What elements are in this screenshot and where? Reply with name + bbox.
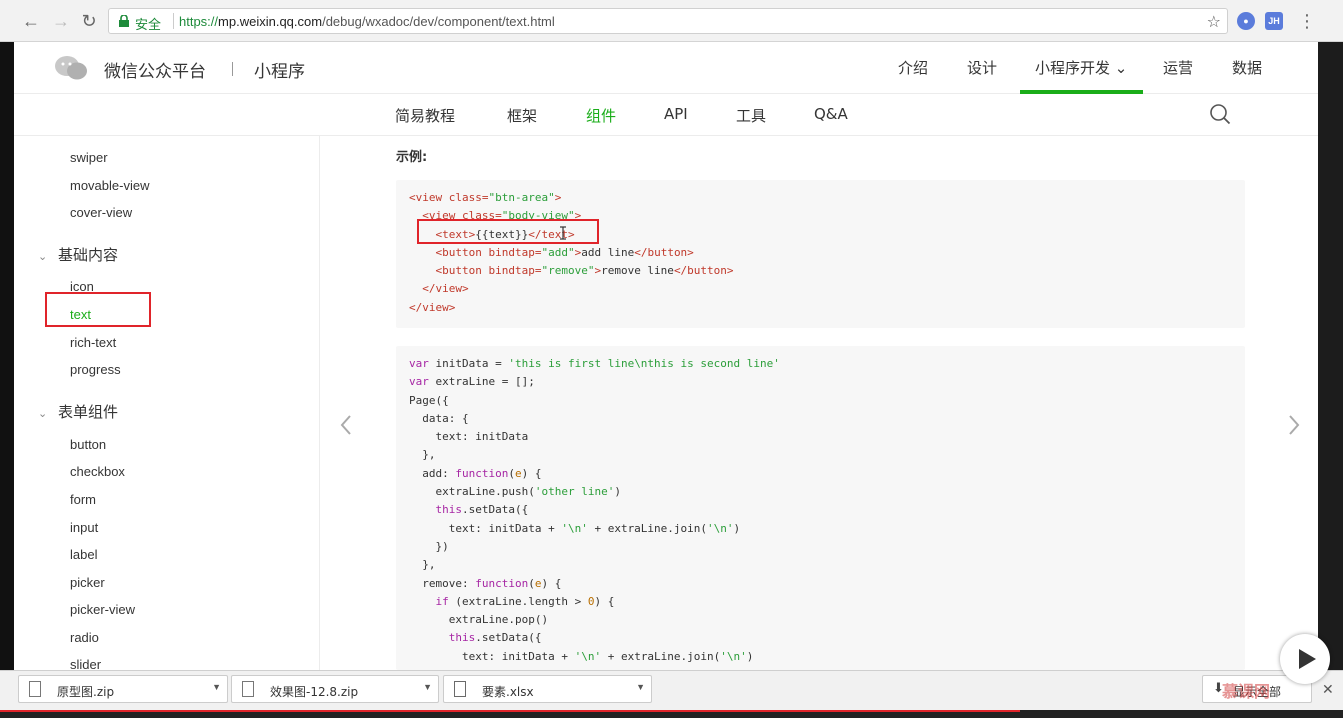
address-bar[interactable]: 安全 https://mp.weixin.qq.com/debug/wxadoc… <box>108 8 1228 34</box>
sidebar-item-rich-text[interactable]: rich-text <box>70 335 116 350</box>
sidebar-item-label[interactable]: label <box>70 547 97 562</box>
download-filename: 原型图.zip <box>57 685 115 699</box>
sidebar-item-radio[interactable]: radio <box>70 630 99 645</box>
spreadsheet-icon <box>454 681 466 697</box>
lock-icon <box>119 15 129 27</box>
forward-icon[interactable]: → <box>50 10 72 32</box>
download-item-elements[interactable]: 要素.xlsx ▼ <box>443 675 652 703</box>
omnibox-separator <box>173 13 174 29</box>
subnav-framework[interactable]: 框架 <box>507 105 537 126</box>
profile-avatar[interactable]: JH <box>1265 12 1283 30</box>
section-title: 示例: <box>396 150 428 165</box>
top-navigation: 微信公众平台 小程序 介绍 设计 小程序开发 ⌄ 运营 数据 <box>14 42 1318 94</box>
sidebar-item-cover-view[interactable]: cover-view <box>70 205 132 220</box>
download-bar: 原型图.zip ▼ 效果图-12.8.zip ▼ 要素.xlsx ▼ ⬇ 显示全… <box>0 670 1343 710</box>
sidebar-item-swiper[interactable]: swiper <box>70 150 108 165</box>
url-host: mp.weixin.qq.com <box>218 14 323 29</box>
highlight-box-code-text <box>417 219 599 244</box>
sidebar-item-picker[interactable]: picker <box>70 575 105 590</box>
watermark: 慕课网 <box>1222 682 1271 701</box>
code-block-wxml: <view class="btn-area"> <view class="bod… <box>396 180 1245 328</box>
subnav-qa[interactable]: Q&A <box>814 105 848 123</box>
wechat-logo-icon <box>55 56 87 80</box>
chevron-down-icon[interactable]: ▼ <box>423 682 432 692</box>
sidebar-item-form[interactable]: form <box>70 492 96 507</box>
nav-data[interactable]: 数据 <box>1232 57 1262 78</box>
sidebar-group-form-components[interactable]: ⌄ 表单组件 <box>38 401 118 422</box>
download-filename: 效果图-12.8.zip <box>270 685 359 699</box>
video-progress-fill <box>0 710 1020 712</box>
subnav-tutorial[interactable]: 简易教程 <box>395 105 455 126</box>
play-button[interactable] <box>1280 634 1330 684</box>
chevron-down-icon[interactable]: ▼ <box>212 682 221 692</box>
subnav-api[interactable]: API <box>664 105 688 123</box>
text-cursor-icon <box>560 226 566 240</box>
web-page: 微信公众平台 小程序 介绍 设计 小程序开发 ⌄ 运营 数据 简易教程 框架 组… <box>14 42 1318 670</box>
back-icon[interactable]: ← <box>20 10 42 32</box>
highlight-box-sidebar-text <box>45 292 151 327</box>
subnav-components[interactable]: 组件 <box>586 105 616 126</box>
sidebar-item-progress[interactable]: progress <box>70 362 121 377</box>
play-icon <box>1299 649 1316 669</box>
nav-miniprogram-dev[interactable]: 小程序开发 ⌄ <box>1035 57 1127 78</box>
sidebar-item-checkbox[interactable]: checkbox <box>70 464 125 479</box>
chevron-down-icon[interactable]: ▼ <box>636 682 645 692</box>
url-text: https://mp.weixin.qq.com/debug/wxadoc/de… <box>179 14 555 29</box>
code-wxml: <view class="btn-area"> <view class="bod… <box>409 191 734 314</box>
download-item-prototype[interactable]: 原型图.zip ▼ <box>18 675 228 703</box>
url-protocol: https:// <box>179 14 219 29</box>
browser-toolbar: ← → ↻ 安全 https://mp.weixin.qq.com/debug/… <box>0 0 1343 42</box>
brand-subtitle[interactable]: 小程序 <box>254 57 305 82</box>
chevron-down-icon: ⌄ <box>38 407 48 420</box>
brand-title[interactable]: 微信公众平台 <box>104 57 206 82</box>
search-icon[interactable] <box>1209 103 1231 125</box>
subnav-tools[interactable]: 工具 <box>736 105 766 126</box>
sidebar-group-title: 表单组件 <box>58 403 119 421</box>
sidebar-item-slider[interactable]: slider <box>70 657 101 670</box>
url-path: /debug/wxadoc/dev/component/text.html <box>322 14 555 29</box>
close-icon[interactable]: ✕ <box>1322 681 1334 698</box>
sidebar-item-movable-view[interactable]: movable-view <box>70 178 149 193</box>
nav-design[interactable]: 设计 <box>967 57 997 78</box>
extension-icon[interactable]: ● <box>1237 12 1255 30</box>
code-block-js: var initData = 'this is first line\nthis… <box>396 346 1245 670</box>
video-progress-track[interactable] <box>0 710 1343 718</box>
right-dark-strip <box>1318 42 1343 670</box>
secure-label: 安全 <box>135 18 162 33</box>
download-item-mockup[interactable]: 效果图-12.8.zip ▼ <box>231 675 439 703</box>
sub-navigation: 简易教程 框架 组件 API 工具 Q&A <box>14 94 1318 136</box>
chevron-left-icon[interactable] <box>336 410 356 440</box>
nav-operation[interactable]: 运营 <box>1163 57 1193 78</box>
nav-intro[interactable]: 介绍 <box>898 57 928 78</box>
file-icon <box>29 681 41 697</box>
file-icon <box>242 681 254 697</box>
bookmark-star-icon[interactable]: ☆ <box>1207 12 1221 32</box>
reload-icon[interactable]: ↻ <box>78 10 100 32</box>
chevron-right-icon[interactable] <box>1284 410 1304 440</box>
sidebar-group-title: 基础内容 <box>58 246 119 264</box>
sidebar-item-input[interactable]: input <box>70 520 98 535</box>
code-js: var initData = 'this is first line\nthis… <box>409 357 780 663</box>
brand-separator <box>232 62 233 76</box>
sidebar-item-button[interactable]: button <box>70 437 106 452</box>
sidebar-group-basic-content[interactable]: ⌄ 基础内容 <box>38 244 118 265</box>
chevron-down-icon: ⌄ <box>38 250 48 263</box>
download-filename: 要素.xlsx <box>482 685 534 699</box>
sidebar-item-picker-view[interactable]: picker-view <box>70 602 135 617</box>
sidebar: swiper movable-view cover-view ⌄ 基础内容 ico… <box>14 136 320 670</box>
menu-kebab-icon[interactable]: ⋮ <box>1296 10 1318 32</box>
